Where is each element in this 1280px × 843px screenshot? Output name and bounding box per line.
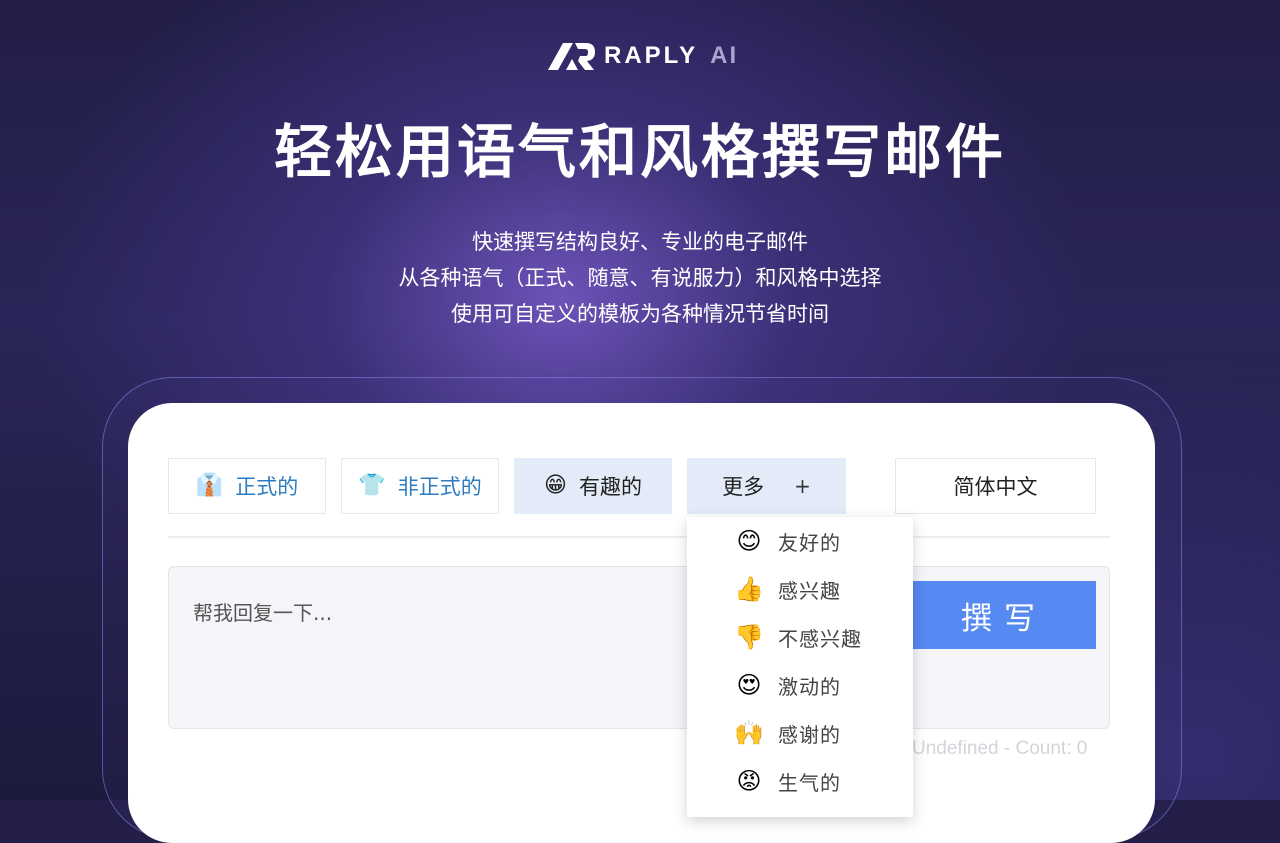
tone-button-informal[interactable]: 👕 非正式的 <box>341 458 499 514</box>
language-label: 简体中文 <box>953 475 1038 499</box>
menu-item-interested[interactable]: 👍 感兴趣 <box>687 565 913 613</box>
brand-name: RAPLY <box>604 42 699 69</box>
tone-button-more[interactable]: 更多 + <box>687 458 846 514</box>
write-button[interactable]: 撰写 <box>912 581 1096 649</box>
tone-label-informal: 非正式的 <box>397 475 482 499</box>
tone-label-fun: 有趣的 <box>578 475 642 499</box>
heart-eyes-icon: 😍 <box>736 671 762 699</box>
grinning-face-icon: 😁 <box>544 473 567 498</box>
language-select[interactable]: 简体中文 <box>895 458 1096 514</box>
thumbs-up-icon: 👍 <box>734 575 764 603</box>
tone-label-more: 更多 <box>722 475 765 499</box>
subtitle-line-1: 快速撰写结构良好、专业的电子邮件 <box>472 230 808 254</box>
menu-item-friendly[interactable]: 😊 友好的 <box>687 517 913 565</box>
subtitle-line-3: 使用可自定义的模板为各种情况节省时间 <box>451 302 829 326</box>
thumbs-down-icon: 👎 <box>734 623 764 651</box>
menu-item-grateful[interactable]: 🙌 感谢的 <box>687 709 913 757</box>
menu-item-label: 生气的 <box>778 770 841 795</box>
brand-suffix: AI <box>710 42 739 69</box>
menu-item-label: 感兴趣 <box>778 578 841 603</box>
menu-item-label: 友好的 <box>778 530 841 555</box>
subtitle-block: 快速撰写结构良好、专业的电子邮件 从各种语气（正式、随意、有说服力）和风格中选择… <box>0 224 1280 332</box>
raply-logo: RAPLY AI <box>546 40 738 72</box>
menu-item-label: 不感兴趣 <box>778 626 862 651</box>
angry-face-icon: 😡 <box>736 767 762 795</box>
word-counter: Undefined - Count: 0 <box>912 738 1088 759</box>
toolbar-divider <box>168 536 1110 538</box>
raised-hands-icon: 🙌 <box>734 719 764 747</box>
t-shirt-icon: 👕 <box>358 473 386 498</box>
more-tones-menu: 😊 友好的 👍 感兴趣 👎 不感兴趣 😍 激动的 🙌 感谢的 😡 生气的 <box>687 517 913 817</box>
subtitle-line-2: 从各种语气（正式、随意、有说服力）和风格中选择 <box>398 266 882 290</box>
tone-label-formal: 正式的 <box>235 475 299 499</box>
prompt-placeholder: 帮我回复一下... <box>193 601 333 625</box>
raply-logo-icon <box>548 43 595 70</box>
page-headline: 轻松用语气和风格撰写邮件 <box>273 118 1006 186</box>
menu-item-excited[interactable]: 😍 激动的 <box>687 661 913 709</box>
menu-item-label: 激动的 <box>778 674 841 699</box>
tone-button-fun[interactable]: 😁 有趣的 <box>514 458 672 514</box>
tone-button-formal[interactable]: 👔 正式的 <box>168 458 326 514</box>
menu-item-not-interested[interactable]: 👎 不感兴趣 <box>687 613 913 661</box>
plus-icon: + <box>794 474 811 498</box>
menu-item-label: 感谢的 <box>778 722 841 747</box>
shirt-tie-icon: 👔 <box>195 473 224 498</box>
smiling-face-icon: 😊 <box>736 527 762 555</box>
menu-item-angry[interactable]: 😡 生气的 <box>687 757 913 805</box>
